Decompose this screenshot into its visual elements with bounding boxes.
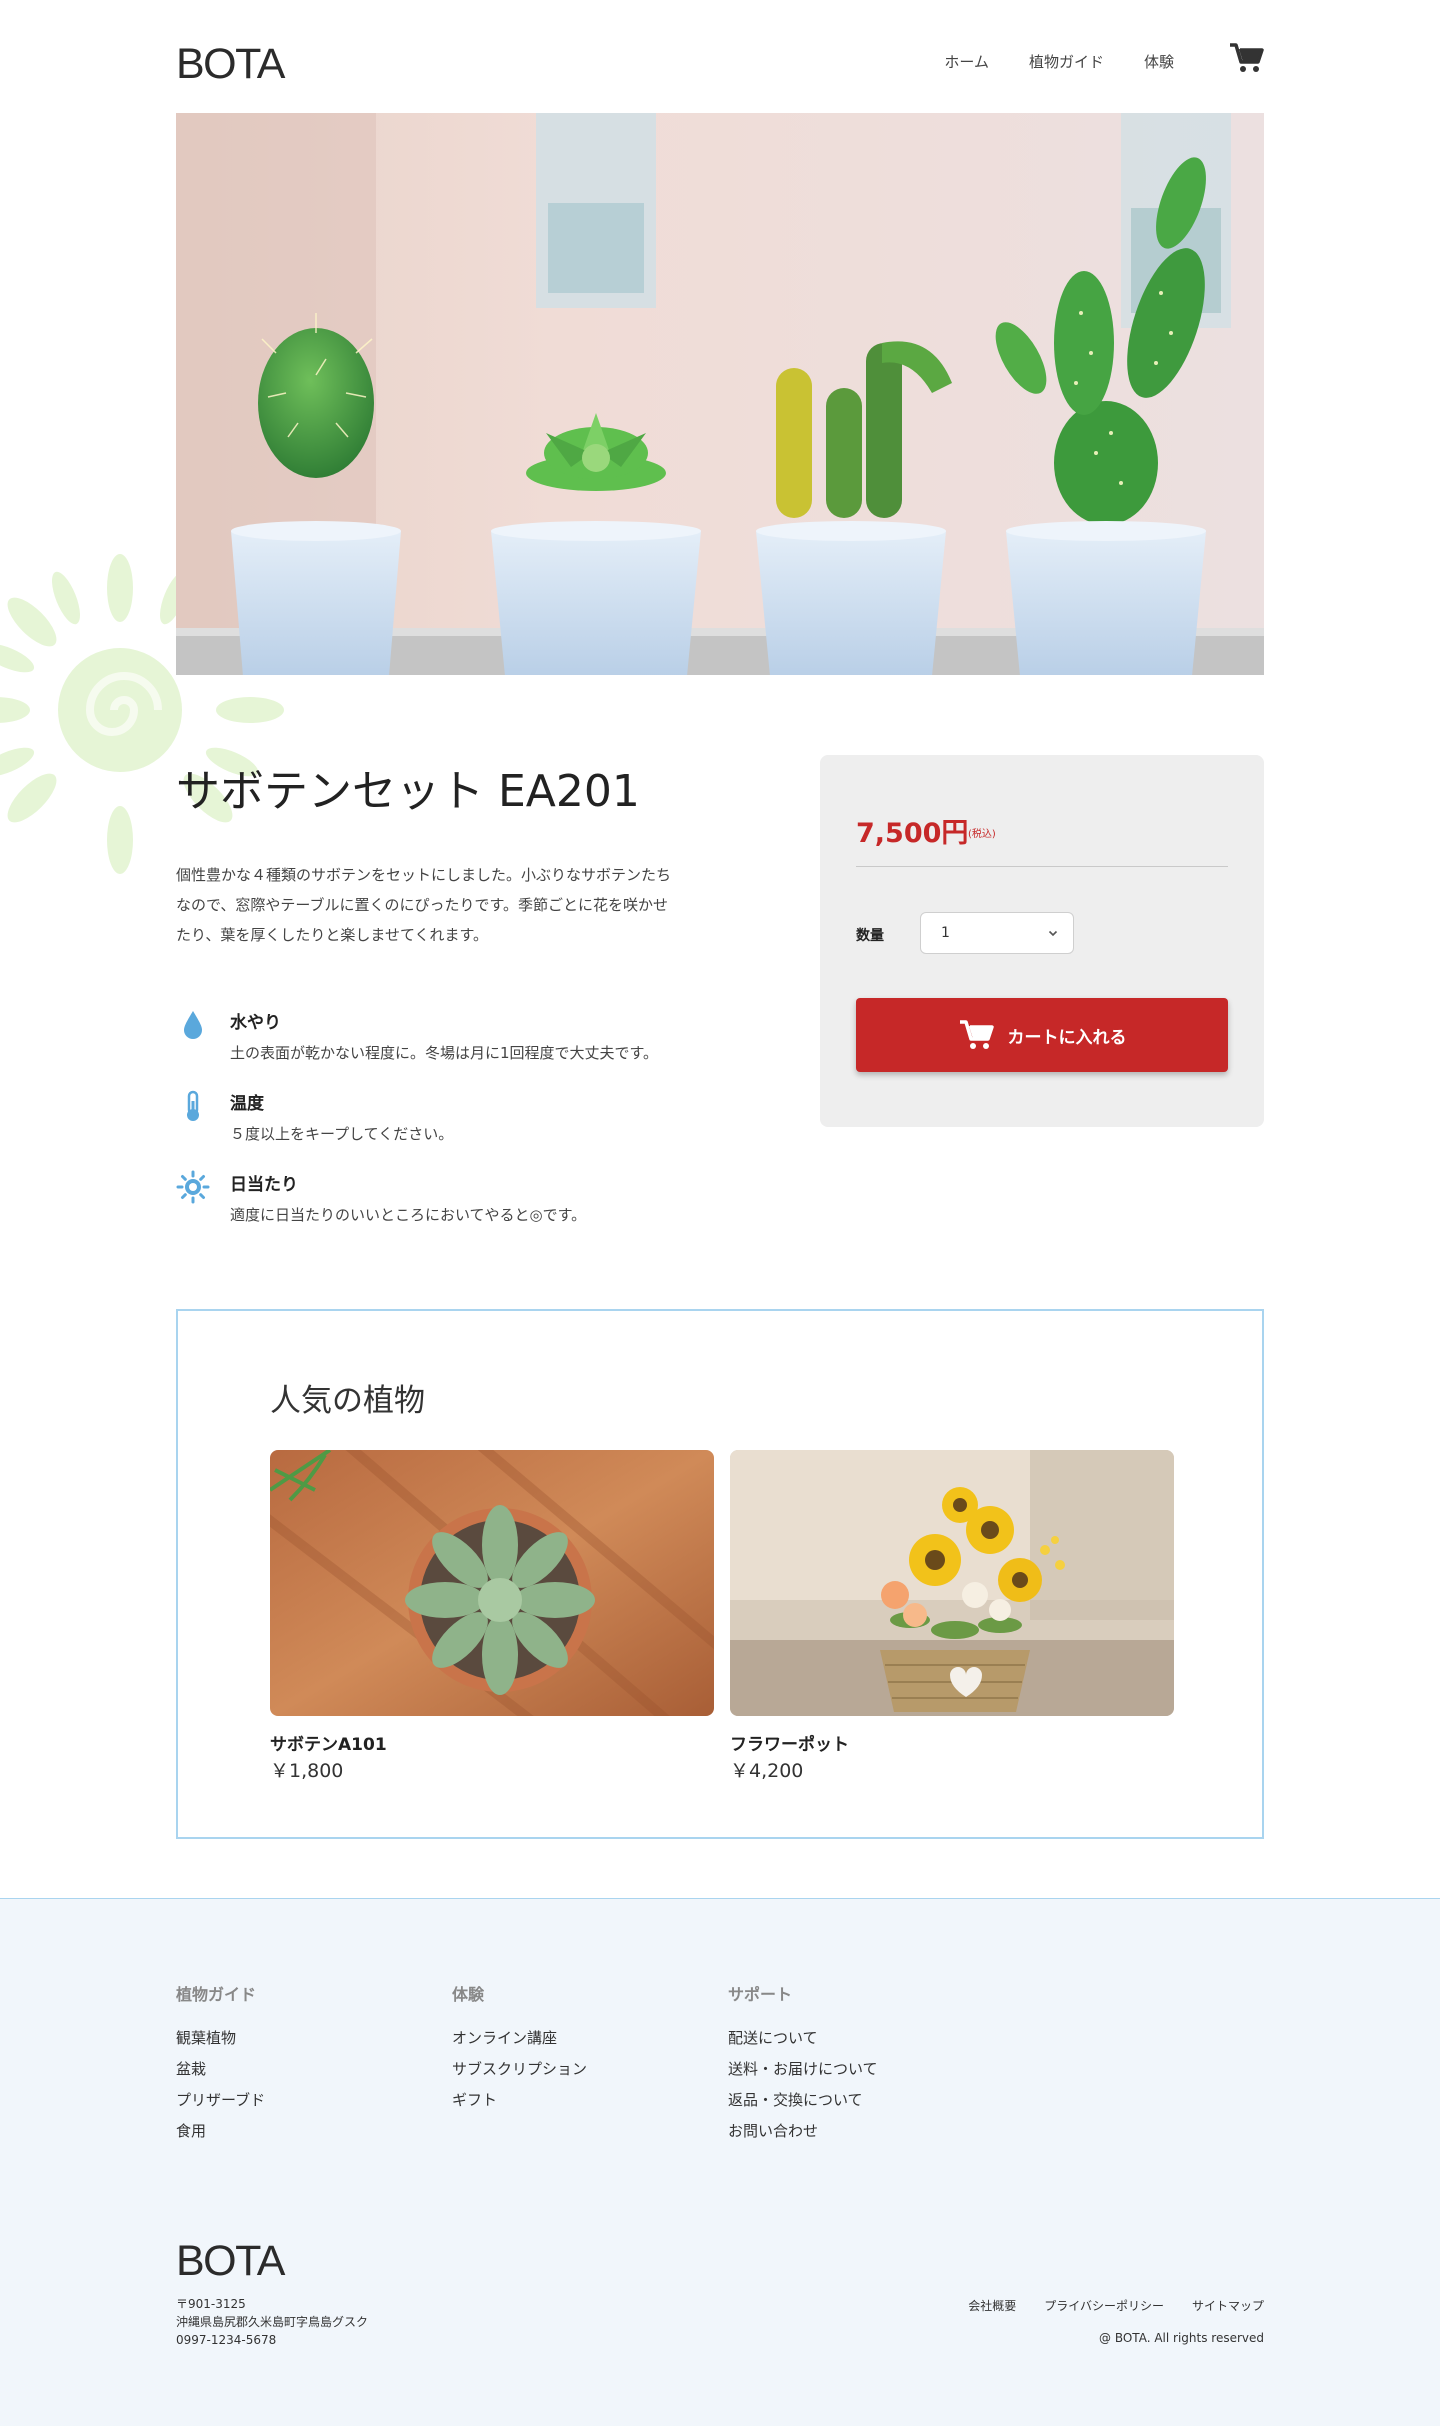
footer-column-support: サポート 配送について 送料・お届けについて 返品・交換について お問い合わせ xyxy=(728,1981,878,2151)
divider xyxy=(856,866,1228,867)
product-name: フラワーポット xyxy=(730,1735,849,1755)
quantity-label: 数量 xyxy=(856,928,884,944)
product-card[interactable]: フラワーポット ￥4,200 xyxy=(730,1450,1174,1782)
footer-column-plant-guide: 植物ガイド 観葉植物 盆栽 プリザーブド 食用 xyxy=(176,1981,265,2151)
legal-link-company[interactable]: 会社概要 xyxy=(968,2297,1016,2314)
care-title: 温度 xyxy=(230,1094,264,1114)
copyright: @ BOTA. All rights reserved xyxy=(1099,2331,1264,2345)
product-price: ￥4,200 xyxy=(730,1760,804,1782)
footer-column-experience: 体験 オンライン講座 サブスクリプション ギフト xyxy=(452,1981,587,2120)
legal-link-privacy[interactable]: プライバシーポリシー xyxy=(1044,2297,1164,2314)
product-image-succulent xyxy=(270,1450,714,1716)
footer-link[interactable]: サブスクリプション xyxy=(452,2058,587,2089)
site-footer: 植物ガイド 観葉植物 盆栽 プリザーブド 食用 体験 オンライン講座 サブスクリ… xyxy=(0,1898,1440,2426)
purchase-panel: 7,500円 (税込) 数量 1 カートに入れる xyxy=(820,755,1264,1127)
footer-logo[interactable]: BOTA xyxy=(176,2237,285,2286)
cart-icon[interactable] xyxy=(1228,42,1264,74)
site-logo[interactable]: BOTA xyxy=(176,40,285,89)
care-title: 水やり xyxy=(230,1013,281,1033)
care-text: 土の表面が乾かない程度に。冬場は月に1回程度で大丈夫です。 xyxy=(230,1044,659,1062)
address-line: 〒901-3125 xyxy=(176,2297,246,2311)
footer-link[interactable]: ギフト xyxy=(452,2089,587,2120)
address-line: 沖縄県島尻郡久米島町字鳥島グスク xyxy=(176,2315,369,2329)
popular-plants-section: 人気の植物 サボテンA101 ￥1,800 フラワーポット ￥4,200 xyxy=(176,1309,1264,1839)
description-line: なので、窓際やテーブルに置くのにぴったりです。季節ごとに花を咲かせ xyxy=(176,896,669,914)
sun-icon xyxy=(176,1170,210,1204)
footer-link[interactable]: 食用 xyxy=(176,2120,265,2151)
add-to-cart-label: カートに入れる xyxy=(1007,1027,1127,1048)
footer-heading: サポート xyxy=(728,1985,793,2004)
site-header: BOTA ホーム 植物ガイド 体験 xyxy=(176,36,1264,89)
footer-heading: 植物ガイド xyxy=(176,1985,257,2004)
footer-address: 〒901-3125 沖縄県島尻郡久米島町字鳥島グスク 0997-1234-567… xyxy=(176,2295,368,2349)
thermometer-icon xyxy=(187,1090,199,1121)
nav-item-plant-guide[interactable]: 植物ガイド xyxy=(1029,51,1104,72)
hero-cactus-image xyxy=(176,113,1264,675)
care-text: 適度に日当たりのいいところにおいてやると◎です。 xyxy=(230,1206,587,1224)
footer-link[interactable]: 返品・交換について xyxy=(728,2089,878,2120)
product-image-flower-pot xyxy=(730,1450,1174,1716)
footer-link[interactable]: 盆栽 xyxy=(176,2058,265,2089)
footer-link[interactable]: プリザーブド xyxy=(176,2089,265,2120)
care-title: 日当たり xyxy=(230,1175,298,1195)
footer-link[interactable]: 観葉植物 xyxy=(176,2027,265,2058)
footer-legal-links: 会社概要 プライバシーポリシー サイトマップ xyxy=(968,2297,1264,2314)
product-title: サボテンセット EA201 xyxy=(176,766,640,817)
chevron-down-icon xyxy=(1048,930,1058,937)
product-price: 7,500円 xyxy=(856,818,969,849)
section-title: 人気の植物 xyxy=(270,1383,425,1419)
footer-link[interactable]: 送料・お届けについて xyxy=(728,2058,878,2089)
address-line: 0997-1234-5678 xyxy=(176,2333,277,2347)
footer-link[interactable]: オンライン講座 xyxy=(452,2027,587,2058)
footer-heading: 体験 xyxy=(452,1985,485,2004)
nav-item-home[interactable]: ホーム xyxy=(944,51,989,72)
legal-link-sitemap[interactable]: サイトマップ xyxy=(1192,2297,1264,2314)
description-line: 個性豊かな４種類のサボテンをセットにしました。小ぶりなサボテンたち xyxy=(176,866,672,884)
product-name: サボテンA101 xyxy=(270,1735,387,1755)
quantity-select[interactable]: 1 xyxy=(920,912,1074,954)
add-to-cart-button[interactable]: カートに入れる xyxy=(856,998,1228,1072)
main-nav: ホーム 植物ガイド 体験 xyxy=(944,51,1174,72)
product-card[interactable]: サボテンA101 ￥1,800 xyxy=(270,1450,714,1782)
nav-item-experience[interactable]: 体験 xyxy=(1144,51,1174,72)
footer-link[interactable]: お問い合わせ xyxy=(728,2120,878,2151)
description-line: たり、葉を厚くしたりと楽しませてくれます。 xyxy=(176,926,489,944)
water-drop-icon xyxy=(184,1011,202,1039)
product-description: 個性豊かな４種類のサボテンをセットにしました。小ぶりなサボテンたち なので、窓際… xyxy=(176,860,716,950)
care-text: ５度以上をキープしてください。 xyxy=(230,1125,454,1143)
cart-icon xyxy=(959,1020,994,1049)
footer-link[interactable]: 配送について xyxy=(728,2027,878,2058)
price-tax-note: (税込) xyxy=(968,829,996,840)
quantity-value: 1 xyxy=(941,925,950,941)
product-price: ￥1,800 xyxy=(270,1760,344,1782)
